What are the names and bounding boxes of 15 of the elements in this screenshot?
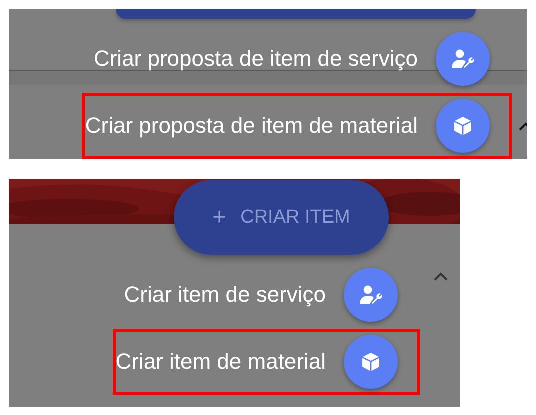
create-item-button[interactable]: + CRIAR ITEM [174,180,389,255]
action-label[interactable]: Criar proposta de item de serviço [94,46,418,72]
action-button[interactable] [436,99,490,153]
box-icon [453,116,473,136]
action-button[interactable] [436,32,490,86]
action-button[interactable] [344,335,398,389]
chevron-up-icon[interactable] [432,271,450,283]
action-label[interactable]: Criar proposta de item de material [85,113,418,139]
box-icon [361,352,381,372]
person-wrench-icon [452,49,474,69]
action-button[interactable] [344,268,398,322]
action-label[interactable]: Criar item de material [116,349,326,375]
person-wrench-icon [360,285,382,305]
plus-icon: + [212,204,227,232]
action-label[interactable]: Criar item de serviço [124,282,326,308]
